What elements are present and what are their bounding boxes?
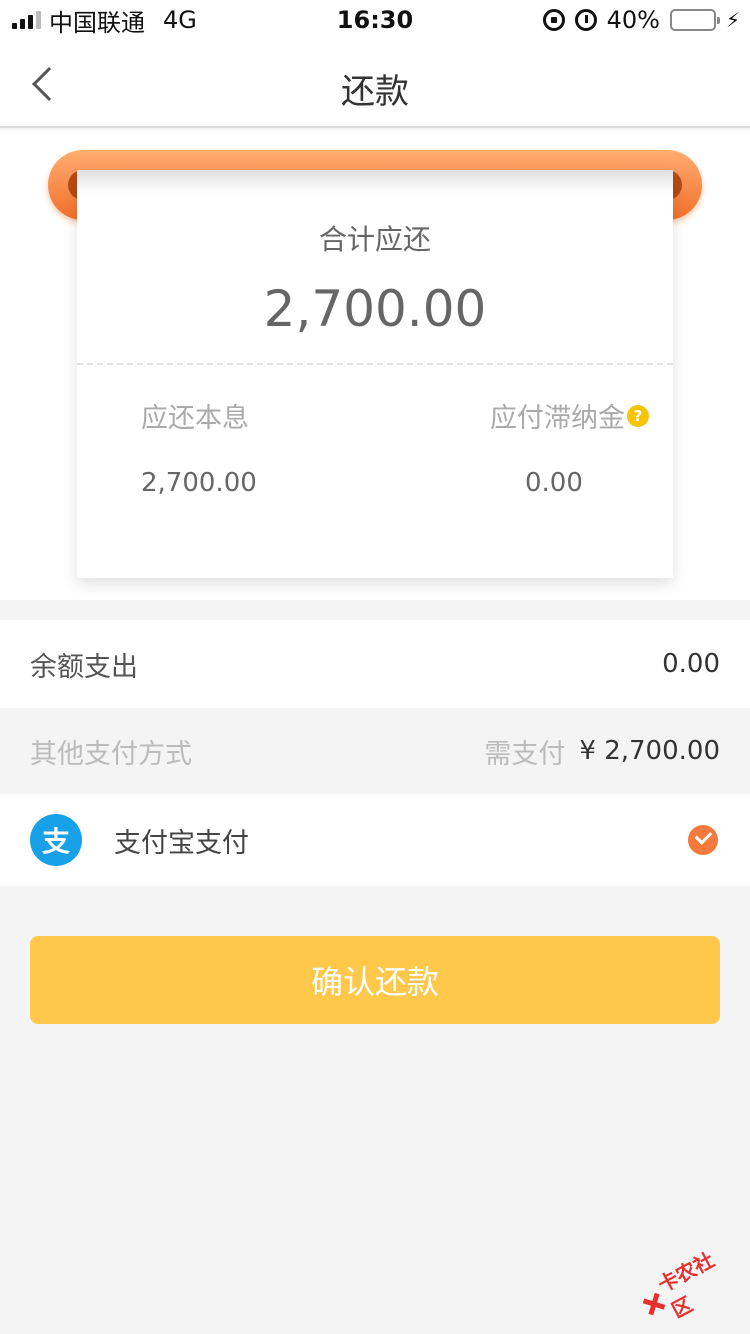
balance-value: 0.00 (662, 649, 720, 679)
principal-value: 2,700.00 (141, 468, 257, 498)
watermark-text: 卡农社区 (653, 1247, 719, 1323)
receipt-card: 合计应还 2,700.00 应还本息 应付滞纳金 ? 2,700.00 0.00 (77, 170, 673, 578)
page-title: 还款 (341, 72, 409, 112)
late-fee-label-wrap: 应付滞纳金 ? (490, 396, 649, 435)
help-icon[interactable]: ? (627, 404, 649, 427)
late-fee-value: 0.00 (525, 468, 583, 498)
alipay-option[interactable]: 支 支付宝支付 (0, 794, 750, 886)
confirm-repayment-button[interactable]: 确认还款 (30, 936, 720, 1024)
alipay-label: 支付宝支付 (114, 827, 249, 859)
nav-bar: 还款 (0, 40, 750, 128)
total-due-value: 2,700.00 (263, 280, 487, 338)
status-bar: 中国联通 4G 16:30 40% ⚡ (0, 0, 750, 40)
amount-needed-value: ¥ 2,700.00 (579, 736, 720, 766)
other-payment-label: 其他支付方式 (30, 738, 192, 770)
status-right: 40% ⚡ (542, 6, 740, 34)
dashed-divider (77, 363, 673, 365)
battery-percent: 40% (606, 6, 660, 34)
late-fee-label: 应付滞纳金 (490, 403, 625, 434)
watermark: 卡农社区 (630, 1236, 746, 1334)
check-icon[interactable] (688, 825, 718, 855)
balance-payment-row: 余额支出 0.00 (0, 620, 750, 708)
rotation-lock-icon (542, 9, 565, 31)
other-payment-header: 其他支付方式 需支付 ¥ 2,700.00 (0, 708, 750, 794)
alarm-icon (574, 9, 597, 31)
principal-label: 应还本息 (141, 403, 249, 434)
alipay-logo-icon: 支 (30, 814, 82, 866)
balance-label: 余额支出 (30, 651, 138, 683)
charging-icon: ⚡ (725, 8, 740, 32)
battery-icon (669, 9, 720, 31)
total-due-label: 合计应还 (318, 223, 431, 256)
repayment-summary: 合计应还 2,700.00 应还本息 应付滞纳金 ? 2,700.00 0.00 (0, 130, 750, 600)
amount-needed-label: 需支付 (484, 738, 566, 770)
